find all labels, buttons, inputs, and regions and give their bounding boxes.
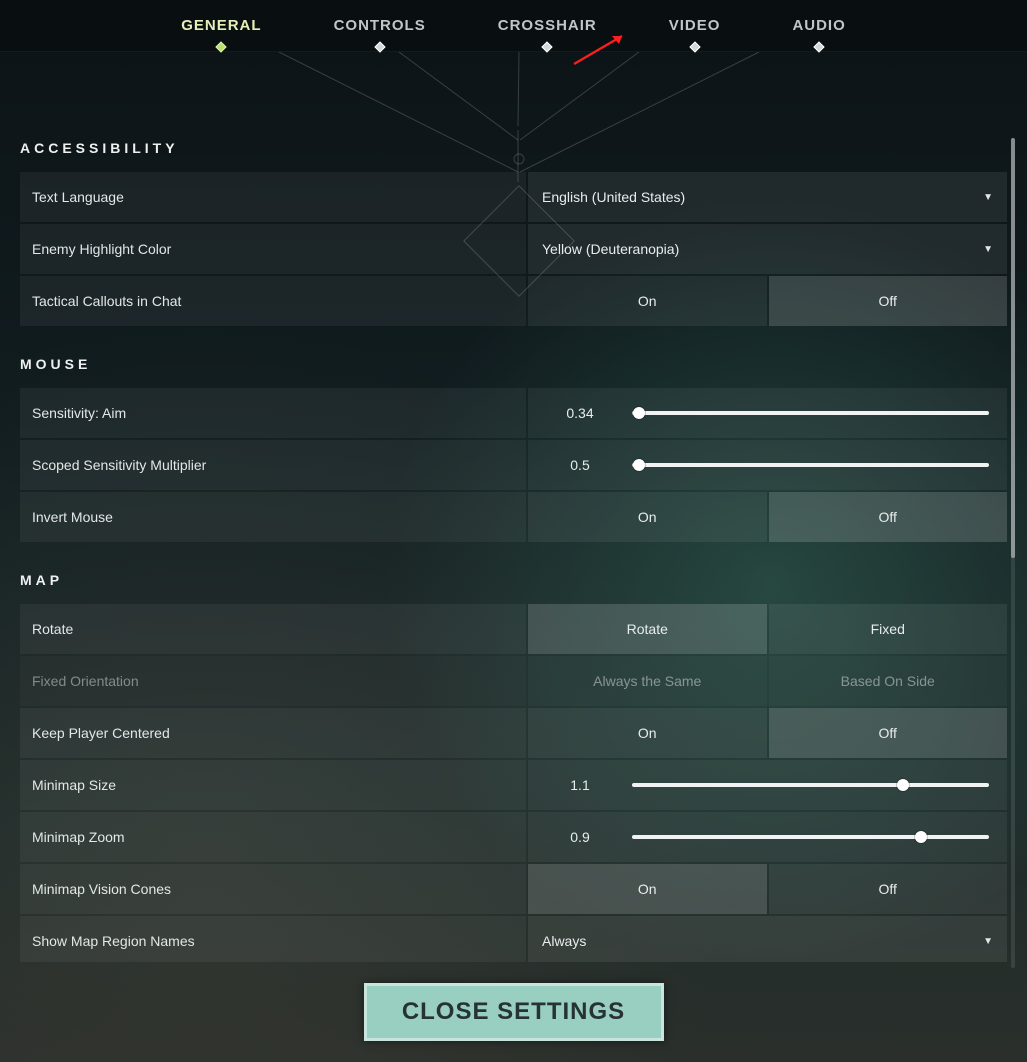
slider-thumb[interactable]	[633, 459, 645, 471]
row-text-language: Text Language English (United States) ▼	[20, 172, 1007, 222]
section-title-accessibility: ACCESSIBILITY	[20, 140, 1007, 156]
toggle-invert-off[interactable]: Off	[769, 492, 1008, 542]
row-minimap-zoom: Minimap Zoom 0.9	[20, 812, 1007, 862]
toggle-vision-cones-on[interactable]: On	[528, 864, 767, 914]
label-minimap-zoom: Minimap Zoom	[20, 812, 526, 862]
label-minimap-size: Minimap Size	[20, 760, 526, 810]
label-vision-cones: Minimap Vision Cones	[20, 864, 526, 914]
toggle-fixed-orientation-side: Based On Side	[769, 656, 1008, 706]
label-enemy-highlight: Enemy Highlight Color	[20, 224, 526, 274]
tab-crosshair[interactable]: CROSSHAIR	[498, 17, 597, 34]
row-keep-centered: Keep Player Centered On Off	[20, 708, 1007, 758]
row-region-names: Show Map Region Names Always ▼	[20, 916, 1007, 962]
row-sensitivity: Sensitivity: Aim 0.34	[20, 388, 1007, 438]
label-sensitivity: Sensitivity: Aim	[20, 388, 526, 438]
label-scoped-multiplier: Scoped Sensitivity Multiplier	[20, 440, 526, 490]
row-vision-cones: Minimap Vision Cones On Off	[20, 864, 1007, 914]
footer: CLOSE SETTINGS	[0, 962, 1027, 1062]
label-fixed-orientation: Fixed Orientation	[20, 656, 526, 706]
value-sensitivity[interactable]: 0.34	[528, 405, 632, 421]
row-scoped-multiplier: Scoped Sensitivity Multiplier 0.5	[20, 440, 1007, 490]
slider-minimap-zoom[interactable]	[632, 835, 989, 839]
section-title-map: MAP	[20, 572, 1007, 588]
toggle-rotate-rotate[interactable]: Rotate	[528, 604, 767, 654]
row-enemy-highlight: Enemy Highlight Color Yellow (Deuteranop…	[20, 224, 1007, 274]
slider-minimap-size[interactable]	[632, 783, 989, 787]
label-tactical-callouts: Tactical Callouts in Chat	[20, 276, 526, 326]
settings-tabbar: GENERAL CONTROLS CROSSHAIR VIDEO AUDIO	[0, 0, 1027, 52]
dropdown-enemy-highlight[interactable]: Yellow (Deuteranopia) ▼	[528, 224, 1007, 274]
tab-audio[interactable]: AUDIO	[792, 17, 845, 34]
caret-down-icon: ▼	[983, 244, 993, 255]
tab-video[interactable]: VIDEO	[669, 17, 721, 34]
row-tactical-callouts: Tactical Callouts in Chat On Off	[20, 276, 1007, 326]
toggle-keep-centered-on[interactable]: On	[528, 708, 767, 758]
value-enemy-highlight: Yellow (Deuteranopia)	[542, 241, 679, 257]
tab-general[interactable]: GENERAL	[181, 17, 261, 34]
toggle-tactical-callouts-on[interactable]: On	[528, 276, 767, 326]
value-minimap-zoom[interactable]: 0.9	[528, 829, 632, 845]
slider-thumb[interactable]	[915, 831, 927, 843]
dropdown-region-names[interactable]: Always ▼	[528, 916, 1007, 962]
row-invert-mouse: Invert Mouse On Off	[20, 492, 1007, 542]
row-rotate: Rotate Rotate Fixed	[20, 604, 1007, 654]
slider-thumb[interactable]	[897, 779, 909, 791]
toggle-invert-on[interactable]: On	[528, 492, 767, 542]
value-region-names: Always	[542, 933, 586, 949]
value-text-language: English (United States)	[542, 189, 685, 205]
toggle-tactical-callouts-off[interactable]: Off	[769, 276, 1008, 326]
label-keep-centered: Keep Player Centered	[20, 708, 526, 758]
toggle-keep-centered-off[interactable]: Off	[769, 708, 1008, 758]
slider-sensitivity[interactable]	[632, 411, 989, 415]
dropdown-text-language[interactable]: English (United States) ▼	[528, 172, 1007, 222]
toggle-vision-cones-off[interactable]: Off	[769, 864, 1008, 914]
scrollbar[interactable]	[1011, 138, 1015, 968]
scrollbar-thumb[interactable]	[1011, 138, 1015, 558]
label-region-names: Show Map Region Names	[20, 916, 526, 962]
slider-thumb[interactable]	[633, 407, 645, 419]
toggle-rotate-fixed[interactable]: Fixed	[769, 604, 1008, 654]
caret-down-icon: ▼	[983, 936, 993, 947]
close-settings-button[interactable]: CLOSE SETTINGS	[364, 983, 664, 1041]
value-minimap-size[interactable]: 1.1	[528, 777, 632, 793]
section-title-mouse: MOUSE	[20, 356, 1007, 372]
label-text-language: Text Language	[20, 172, 526, 222]
row-fixed-orientation: Fixed Orientation Always the Same Based …	[20, 656, 1007, 706]
settings-content: ACCESSIBILITY Text Language English (Uni…	[0, 52, 1027, 962]
slider-scoped-multiplier[interactable]	[632, 463, 989, 467]
toggle-fixed-orientation-same: Always the Same	[528, 656, 767, 706]
row-minimap-size: Minimap Size 1.1	[20, 760, 1007, 810]
value-scoped-multiplier[interactable]: 0.5	[528, 457, 632, 473]
label-rotate: Rotate	[20, 604, 526, 654]
caret-down-icon: ▼	[983, 192, 993, 203]
label-invert-mouse: Invert Mouse	[20, 492, 526, 542]
tab-controls[interactable]: CONTROLS	[334, 17, 426, 34]
